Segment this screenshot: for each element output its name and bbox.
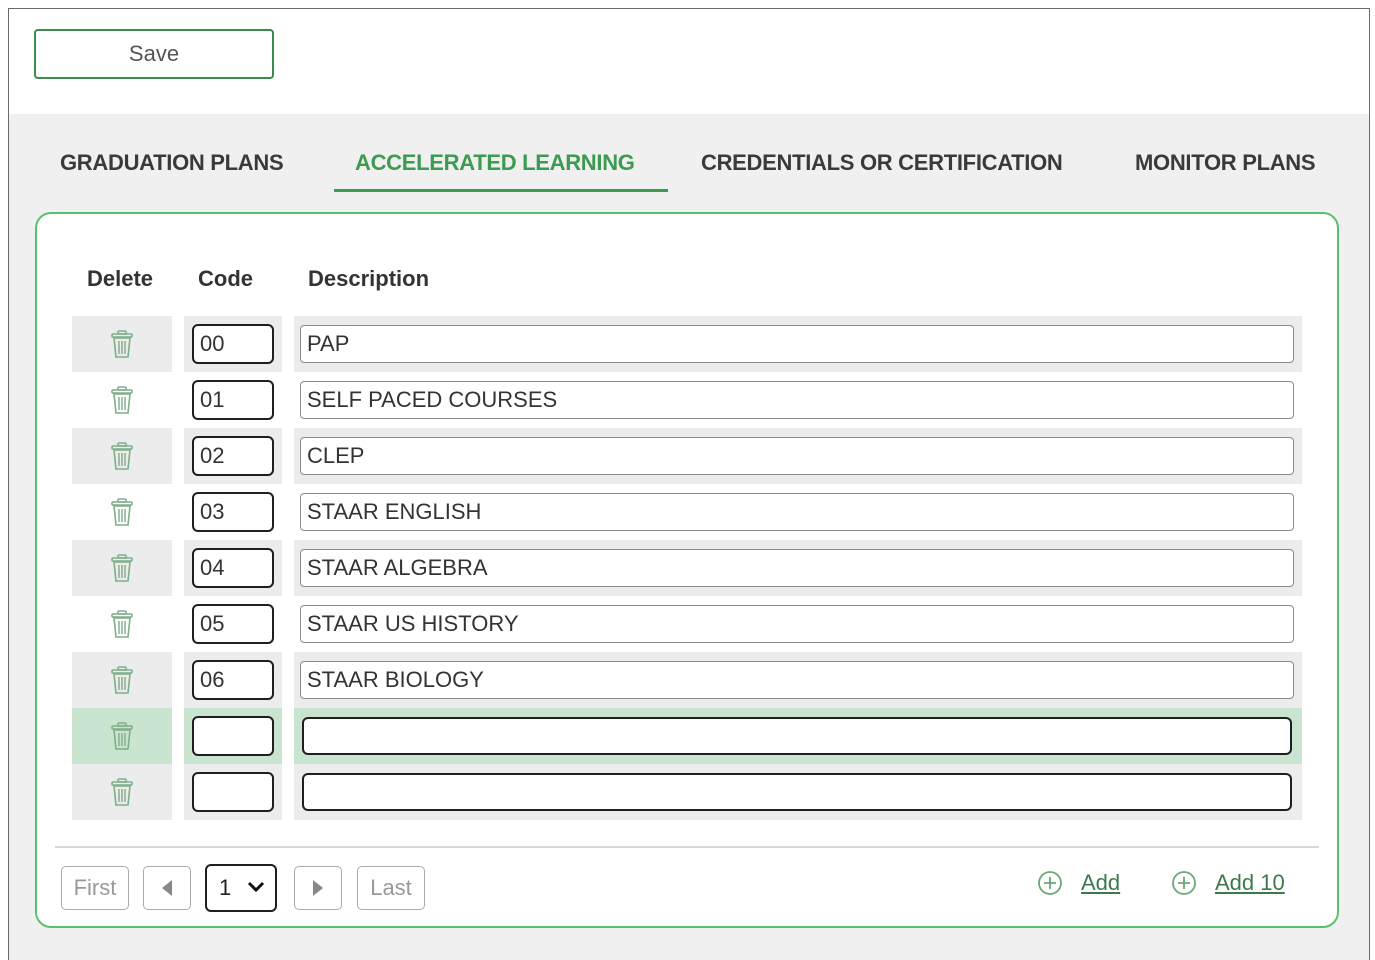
description-input[interactable] [302,773,1292,811]
description-cell [294,708,1302,764]
delete-cell[interactable] [72,428,172,484]
accelerated-learning-panel: Delete Code Description First 1 Last Add [35,212,1339,928]
column-header-code: Code [198,266,253,291]
description-cell [294,484,1302,540]
trash-icon [111,666,133,694]
description-input[interactable] [300,437,1294,475]
triangle-left-icon [162,880,172,896]
plus-circle-icon [1038,871,1062,895]
description-cell [294,596,1302,652]
add-10-label[interactable]: Add 10 [1215,870,1285,896]
code-cell [184,316,282,372]
delete-cell[interactable] [72,652,172,708]
table-row [72,316,1302,372]
description-input[interactable] [302,717,1292,755]
next-page-button[interactable] [294,866,342,910]
delete-cell[interactable] [72,708,172,764]
table-row [72,708,1302,764]
trash-icon [111,498,133,526]
last-page-button[interactable]: Last [357,866,425,910]
trash-icon [111,386,133,414]
tab-graduation-plans[interactable]: GRADUATION PLANS [60,150,284,176]
delete-cell[interactable] [72,764,172,820]
code-input[interactable] [192,324,274,364]
page-select-value: 1 [219,875,232,900]
description-cell [294,316,1302,372]
prev-page-button[interactable] [143,866,191,910]
code-cell [184,708,282,764]
add-row-link[interactable]: Add [1037,870,1120,896]
column-header-delete: Delete [87,266,154,291]
code-input[interactable] [192,436,274,476]
code-cell [184,540,282,596]
description-cell [294,372,1302,428]
tab-accelerated-learning[interactable]: ACCELERATED LEARNING [355,150,635,176]
tab-monitor-plans[interactable]: MONITOR PLANS [1135,150,1316,176]
delete-cell[interactable] [72,596,172,652]
table-row [72,484,1302,540]
description-input[interactable] [300,381,1294,419]
toolbar: Save [9,9,1369,114]
table-row [72,764,1302,820]
trash-icon [111,442,133,470]
trash-icon [111,610,133,638]
trash-icon [111,330,133,358]
page-select[interactable]: 1 [205,864,277,912]
trash-icon [111,778,133,806]
trash-icon [111,722,133,750]
code-cell [184,372,282,428]
code-cell [184,652,282,708]
content-area: GRADUATION PLANS ACCELERATED LEARNING CR… [9,114,1369,960]
code-input[interactable] [192,660,274,700]
add-10-rows-link[interactable]: Add 10 [1171,870,1285,896]
chevron-down-icon [247,881,265,893]
code-input[interactable] [192,716,274,756]
first-page-button[interactable]: First [61,866,129,910]
active-tab-indicator [334,189,668,192]
pager-divider [55,846,1319,848]
code-cell [184,484,282,540]
code-input[interactable] [192,380,274,420]
table-row [72,596,1302,652]
code-input[interactable] [192,772,274,812]
description-input[interactable] [300,605,1294,643]
description-cell [294,428,1302,484]
code-cell [184,596,282,652]
tab-credentials-or-certification[interactable]: CREDENTIALS OR CERTIFICATION [701,150,1063,176]
app-frame: Save GRADUATION PLANS ACCELERATED LEARNI… [8,8,1370,960]
description-input[interactable] [300,493,1294,531]
table-row [72,540,1302,596]
description-input[interactable] [300,549,1294,587]
column-header-description: Description [308,266,430,291]
code-input[interactable] [192,604,274,644]
table-row [72,652,1302,708]
description-cell [294,764,1302,820]
delete-cell[interactable] [72,316,172,372]
add-label[interactable]: Add [1081,870,1120,896]
code-cell [184,428,282,484]
tab-bar: GRADUATION PLANS ACCELERATED LEARNING CR… [9,114,1369,194]
trash-icon [111,554,133,582]
description-input[interactable] [300,325,1294,363]
plus-circle-icon [1172,871,1196,895]
description-cell [294,652,1302,708]
code-input[interactable] [192,548,274,588]
delete-cell[interactable] [72,540,172,596]
save-button[interactable]: Save [34,29,274,79]
code-input[interactable] [192,492,274,532]
delete-cell[interactable] [72,372,172,428]
description-input[interactable] [300,661,1294,699]
description-cell [294,540,1302,596]
table-row [72,372,1302,428]
table-row [72,428,1302,484]
triangle-right-icon [313,880,323,896]
code-cell [184,764,282,820]
delete-cell[interactable] [72,484,172,540]
